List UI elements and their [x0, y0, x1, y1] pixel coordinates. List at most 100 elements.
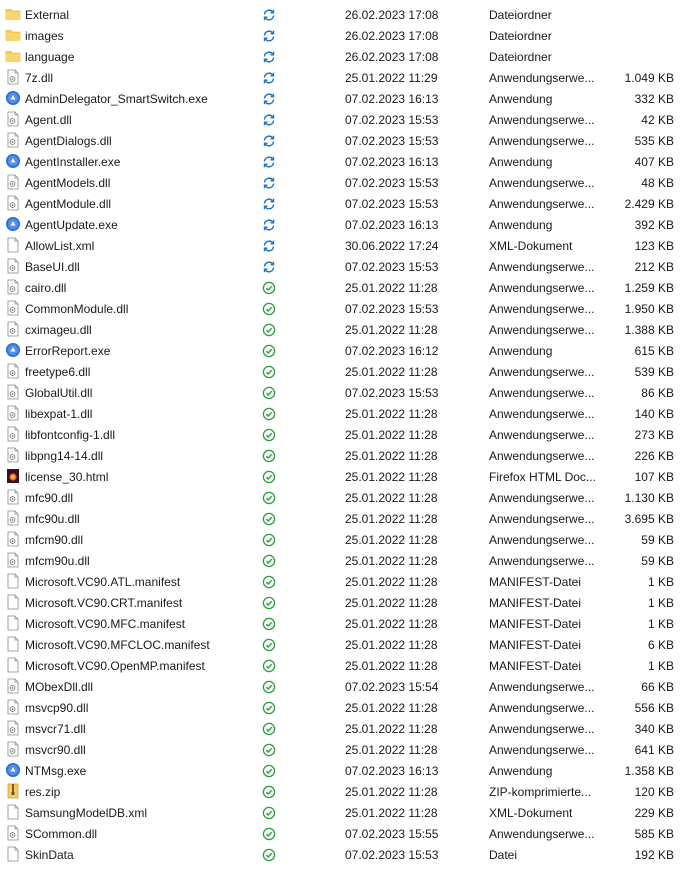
list-item[interactable]: AgentModels.dll 07.02.2023 15:53 Anwendu… — [0, 172, 680, 193]
synced-check-icon — [262, 848, 276, 862]
file-type: Anwendungserwe... — [489, 113, 595, 127]
list-item[interactable]: AllowList.xml 30.06.2022 17:24 XML-Dokum… — [0, 235, 680, 256]
list-item[interactable]: BaseUI.dll 07.02.2023 15:53 Anwendungser… — [0, 256, 680, 277]
file-date: 07.02.2023 15:53 — [345, 386, 439, 400]
list-item[interactable]: Agent.dll 07.02.2023 15:53 Anwendungserw… — [0, 109, 680, 130]
list-item[interactable]: language 26.02.2023 17:08 Dateiordner — [0, 46, 680, 67]
file-name: CommonModule.dll — [25, 302, 129, 316]
file-size: 192 KB — [634, 848, 674, 862]
list-item[interactable]: AgentUpdate.exe 07.02.2023 16:13 Anwendu… — [0, 214, 680, 235]
dll-icon — [5, 678, 21, 694]
synced-check-icon — [262, 470, 276, 484]
file-name: Agent.dll — [25, 113, 72, 127]
file-date: 07.02.2023 15:53 — [345, 260, 439, 274]
file-type: XML-Dokument — [489, 239, 573, 253]
folder-icon — [5, 6, 21, 22]
file-size: 332 KB — [634, 92, 674, 106]
list-item[interactable]: msvcp90.dll 25.01.2022 11:28 Anwendungse… — [0, 697, 680, 718]
list-item[interactable]: images 26.02.2023 17:08 Dateiordner — [0, 25, 680, 46]
list-item[interactable]: mfc90.dll 25.01.2022 11:28 Anwendungserw… — [0, 487, 680, 508]
list-item[interactable]: freetype6.dll 25.01.2022 11:28 Anwendung… — [0, 361, 680, 382]
dll-icon — [5, 363, 21, 379]
list-item[interactable]: CommonModule.dll 07.02.2023 15:53 Anwend… — [0, 298, 680, 319]
list-item[interactable]: res.zip 25.01.2022 11:28 ZIP-komprimiert… — [0, 781, 680, 802]
file-date: 25.01.2022 11:28 — [345, 323, 438, 337]
file-name: mfc90u.dll — [25, 512, 80, 526]
list-item[interactable]: Microsoft.VC90.OpenMP.manifest 25.01.202… — [0, 655, 680, 676]
file-type: MANIFEST-Datei — [489, 617, 582, 631]
file-name: cximageu.dll — [25, 323, 92, 337]
file-icon — [5, 804, 21, 820]
file-date: 25.01.2022 11:28 — [345, 722, 438, 736]
file-size: 407 KB — [634, 155, 674, 169]
file-type: XML-Dokument — [489, 806, 573, 820]
list-item[interactable]: AgentInstaller.exe 07.02.2023 16:13 Anwe… — [0, 151, 680, 172]
synced-check-icon — [262, 323, 276, 337]
list-item[interactable]: AgentDialogs.dll 07.02.2023 15:53 Anwend… — [0, 130, 680, 151]
dll-icon — [5, 825, 21, 841]
file-size: 392 KB — [634, 218, 674, 232]
list-item[interactable]: mfcm90.dll 25.01.2022 11:28 Anwendungser… — [0, 529, 680, 550]
file-name: Microsoft.VC90.MFC.manifest — [25, 617, 186, 631]
file-name: license_30.html — [25, 470, 109, 484]
list-item[interactable]: Microsoft.VC90.MFC.manifest 25.01.2022 1… — [0, 613, 680, 634]
file-type: Anwendungserwe... — [489, 323, 595, 337]
list-item[interactable]: mfcm90u.dll 25.01.2022 11:28 Anwendungse… — [0, 550, 680, 571]
list-item[interactable]: NTMsg.exe 07.02.2023 16:13 Anwendung 1.3… — [0, 760, 680, 781]
list-item[interactable]: SamsungModelDB.xml 25.01.2022 11:28 XML-… — [0, 802, 680, 823]
list-item[interactable]: libpng14-14.dll 25.01.2022 11:28 Anwendu… — [0, 445, 680, 466]
list-item[interactable]: Microsoft.VC90.MFCLOC.manifest 25.01.202… — [0, 634, 680, 655]
list-item[interactable]: MObexDll.dll 07.02.2023 15:54 Anwendungs… — [0, 676, 680, 697]
file-size: 42 KB — [641, 113, 674, 127]
synced-check-icon — [262, 302, 276, 316]
file-size: 140 KB — [634, 407, 674, 421]
list-item[interactable]: 7z.dll 25.01.2022 11:29 Anwendungserwe..… — [0, 67, 680, 88]
file-type: Anwendungserwe... — [489, 365, 595, 379]
list-item[interactable]: AdminDelegator_SmartSwitch.exe 07.02.202… — [0, 88, 680, 109]
file-date: 30.06.2022 17:24 — [345, 239, 439, 253]
file-type: Anwendung — [489, 764, 553, 778]
file-type: Anwendungserwe... — [489, 554, 595, 568]
list-item[interactable]: SCommon.dll 07.02.2023 15:55 Anwendungse… — [0, 823, 680, 844]
file-type: Anwendungserwe... — [489, 260, 595, 274]
file-date: 25.01.2022 11:28 — [345, 281, 438, 295]
file-size: 641 KB — [634, 743, 674, 757]
list-item[interactable]: AgentModule.dll 07.02.2023 15:53 Anwendu… — [0, 193, 680, 214]
synced-check-icon — [262, 680, 276, 694]
list-item[interactable]: External 26.02.2023 17:08 Dateiordner — [0, 4, 680, 25]
list-item[interactable]: cairo.dll 25.01.2022 11:28 Anwendungserw… — [0, 277, 680, 298]
list-item[interactable]: Microsoft.VC90.CRT.manifest 25.01.2022 1… — [0, 592, 680, 613]
list-item[interactable]: Microsoft.VC90.ATL.manifest 25.01.2022 1… — [0, 571, 680, 592]
file-name: freetype6.dll — [25, 365, 91, 379]
list-item[interactable]: cximageu.dll 25.01.2022 11:28 Anwendungs… — [0, 319, 680, 340]
file-size: 1.950 KB — [624, 302, 674, 316]
file-size: 120 KB — [634, 785, 674, 799]
file-date: 25.01.2022 11:28 — [345, 533, 438, 547]
file-name: AgentModule.dll — [25, 197, 112, 211]
list-item[interactable]: ErrorReport.exe 07.02.2023 16:12 Anwendu… — [0, 340, 680, 361]
file-date: 25.01.2022 11:28 — [345, 743, 438, 757]
file-name: AgentDialogs.dll — [25, 134, 112, 148]
synced-check-icon — [262, 344, 276, 358]
file-size: 1.130 KB — [624, 491, 674, 505]
file-size: 1 KB — [647, 596, 674, 610]
file-type: Anwendungserwe... — [489, 827, 595, 841]
sync-pending-icon — [262, 176, 276, 190]
list-item[interactable]: libfontconfig-1.dll 25.01.2022 11:28 Anw… — [0, 424, 680, 445]
list-item[interactable]: msvcr90.dll 25.01.2022 11:28 Anwendungse… — [0, 739, 680, 760]
folder-icon — [5, 48, 21, 64]
file-size: 48 KB — [641, 176, 674, 190]
list-item[interactable]: GlobalUtil.dll 07.02.2023 15:53 Anwendun… — [0, 382, 680, 403]
file-date: 25.01.2022 11:28 — [345, 638, 438, 652]
list-item[interactable]: license_30.html 25.01.2022 11:28 Firefox… — [0, 466, 680, 487]
list-item[interactable]: msvcr71.dll 25.01.2022 11:28 Anwendungse… — [0, 718, 680, 739]
list-item[interactable]: mfc90u.dll 25.01.2022 11:28 Anwendungser… — [0, 508, 680, 529]
list-item[interactable]: libexpat-1.dll 25.01.2022 11:28 Anwendun… — [0, 403, 680, 424]
exe-icon — [5, 90, 21, 106]
dll-icon — [5, 531, 21, 547]
list-item[interactable]: SkinData 07.02.2023 15:53 Datei 192 KB — [0, 844, 680, 865]
synced-check-icon — [262, 407, 276, 421]
file-type: Anwendung — [489, 344, 553, 358]
synced-check-icon — [262, 281, 276, 295]
file-date: 07.02.2023 15:53 — [345, 848, 439, 862]
